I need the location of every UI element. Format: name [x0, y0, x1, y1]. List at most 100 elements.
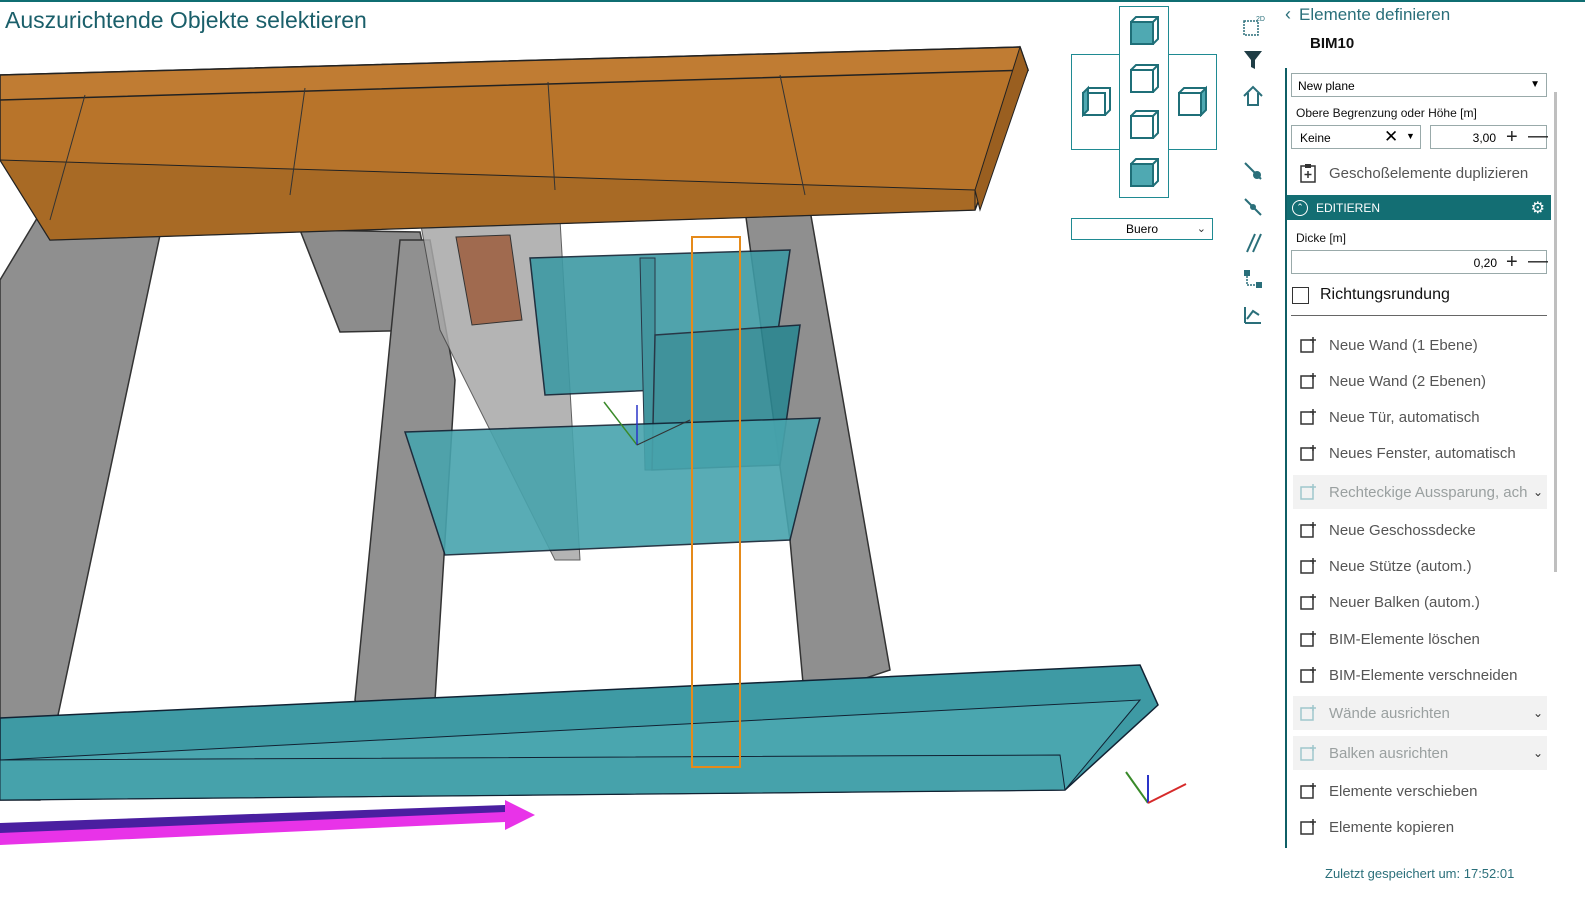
- thickness-value: 0,20: [1473, 256, 1497, 270]
- edit-section-header[interactable]: ⌃ EDITIEREN ⚙: [1287, 195, 1551, 220]
- panel-title: Elemente definieren: [1299, 4, 1451, 24]
- duplicate-floor-elements-button[interactable]: Geschoßelemente duplizieren: [1293, 156, 1547, 190]
- tool-item-label: Balken ausrichten: [1329, 744, 1449, 762]
- wall-icon: [1297, 334, 1319, 356]
- top-limit-label: Obere Begrenzung oder Höhe [m]: [1296, 106, 1477, 120]
- collapse-icon: ⌃: [1292, 199, 1308, 216]
- chevron-down-icon[interactable]: ⌄: [1533, 485, 1543, 499]
- chevron-down-icon: ▼: [1406, 131, 1415, 141]
- view-top-button[interactable]: [1120, 7, 1166, 53]
- tool-item-label: Neue Geschossdecke: [1329, 521, 1476, 539]
- column-left[interactable]: [0, 204, 161, 801]
- view-2d-icon[interactable]: 2D: [1240, 12, 1266, 38]
- align-walls-icon: [1297, 702, 1319, 724]
- snap-point-icon[interactable]: [1240, 158, 1266, 184]
- copy-icon: [1297, 816, 1319, 838]
- top-limit-mode-select[interactable]: Keine ✕ ▼: [1291, 125, 1421, 149]
- tool-item-label: Neue Tür, automatisch: [1329, 408, 1480, 426]
- section-title: EDITIEREN: [1316, 200, 1381, 215]
- home-icon[interactable]: [1240, 83, 1266, 109]
- plane-dropdown-value: New plane: [1298, 79, 1355, 93]
- tool-item-label: Elemente verschieben: [1329, 782, 1478, 800]
- clipboard-add-icon: [1297, 162, 1319, 184]
- tool-item[interactable]: Rechteckige Aussparung, ach ⌄: [1293, 475, 1547, 509]
- tool-item-label: Neue Wand (1 Ebene): [1329, 336, 1478, 354]
- chevron-down-icon[interactable]: ⌄: [1533, 706, 1543, 720]
- tool-item-label: Wände ausrichten: [1329, 704, 1450, 722]
- door-icon: [1297, 406, 1319, 428]
- thickness-minus-button[interactable]: —: [1528, 251, 1548, 271]
- cyan-beam-bottom[interactable]: [0, 664, 1159, 801]
- tool-item[interactable]: BIM-Elemente löschen: [1293, 622, 1547, 656]
- floor-selector[interactable]: Buero ⌄: [1071, 218, 1213, 240]
- trim-icon: [1297, 664, 1319, 686]
- tool-item-label: BIM-Elemente löschen: [1329, 630, 1480, 648]
- axis-triad: [1125, 771, 1187, 804]
- view-right-button[interactable]: [1168, 78, 1214, 124]
- panel-divider: [1285, 68, 1287, 848]
- tool-item[interactable]: Wände ausrichten ⌄: [1293, 696, 1547, 730]
- chevron-down-icon[interactable]: ⌄: [1533, 746, 1543, 760]
- view-front-button[interactable]: [1120, 55, 1166, 101]
- plane-dropdown[interactable]: New plane ▼: [1291, 73, 1547, 97]
- last-saved-status: Zuletzt gespeichert um: 17:52:01: [1325, 866, 1515, 881]
- tool-item-label: Neue Wand (2 Ebenen): [1329, 372, 1487, 390]
- hierarchy-icon[interactable]: [1240, 266, 1266, 292]
- filter-icon[interactable]: [1240, 47, 1266, 73]
- back-button[interactable]: ‹ Elemente definieren: [1285, 4, 1450, 25]
- tool-item[interactable]: Neue Wand (2 Ebenen): [1293, 364, 1547, 398]
- delete-icon: [1297, 628, 1319, 650]
- duplicate-label: Geschoßelemente duplizieren: [1329, 164, 1529, 182]
- cyan-wall-middle[interactable]: [403, 417, 821, 556]
- orange-beam[interactable]: [0, 45, 1030, 241]
- tool-item-label: BIM-Elemente verschneiden: [1329, 666, 1518, 684]
- beam-icon: [1297, 591, 1319, 613]
- top-limit-minus-button[interactable]: —: [1528, 126, 1548, 146]
- align-beams-icon: [1297, 742, 1319, 764]
- measure-icon[interactable]: [1240, 302, 1266, 328]
- panel-scrollbar[interactable]: [1554, 92, 1557, 572]
- view-back-button[interactable]: [1120, 101, 1166, 147]
- top-limit-value: 3,00: [1472, 131, 1496, 145]
- column-icon: [1297, 555, 1319, 577]
- tool-item[interactable]: Elemente verschieben: [1293, 774, 1547, 808]
- tool-item[interactable]: Balken ausrichten ⌄: [1293, 736, 1547, 770]
- tool-item[interactable]: Neue Geschossdecke: [1293, 513, 1547, 547]
- clear-icon[interactable]: ✕: [1384, 127, 1398, 147]
- parallel-icon[interactable]: [1240, 230, 1266, 256]
- view-left-button[interactable]: [1072, 78, 1118, 124]
- tool-item[interactable]: Neue Tür, automatisch: [1293, 400, 1547, 434]
- thickness-plus-button[interactable]: +: [1506, 252, 1518, 272]
- tool-item[interactable]: Neue Stütze (autom.): [1293, 549, 1547, 583]
- top-limit-mode-value: Keine: [1300, 131, 1331, 145]
- top-limit-plus-button[interactable]: +: [1506, 127, 1518, 147]
- chevron-down-icon: ▼: [1530, 79, 1540, 90]
- direction-rounding-label: Richtungsrundung: [1320, 286, 1450, 303]
- move-icon: [1297, 780, 1319, 802]
- snap-line-icon[interactable]: [1240, 194, 1266, 220]
- gear-icon[interactable]: ⚙: [1531, 198, 1545, 218]
- thickness-label: Dicke [m]: [1296, 231, 1347, 245]
- window-icon: [1297, 442, 1319, 464]
- 3d-viewport[interactable]: [0, 0, 1240, 860]
- svg-text:2D: 2D: [1256, 16, 1265, 23]
- view-bottom-button[interactable]: [1120, 149, 1166, 195]
- chevron-left-icon: ‹: [1285, 4, 1291, 24]
- opening-icon: [1297, 481, 1319, 503]
- x-axis-arrow: [0, 800, 535, 845]
- tool-item[interactable]: BIM-Elemente verschneiden: [1293, 658, 1547, 692]
- tool-item-label: Neue Stütze (autom.): [1329, 557, 1472, 575]
- floor-selector-value: Buero: [1125, 222, 1159, 236]
- tool-item[interactable]: Neue Wand (1 Ebene): [1293, 328, 1547, 362]
- tool-item-label: Elemente kopieren: [1329, 818, 1455, 836]
- divider: [1291, 315, 1547, 316]
- tool-item[interactable]: Neues Fenster, automatisch: [1293, 436, 1547, 470]
- bim-element-id: BIM10: [1310, 35, 1355, 52]
- chevron-down-icon: ⌄: [1196, 223, 1206, 235]
- tool-item-label: Neuer Balken (autom.): [1329, 593, 1480, 611]
- direction-rounding-checkbox[interactable]: [1292, 287, 1309, 304]
- tool-item[interactable]: Neuer Balken (autom.): [1293, 585, 1547, 619]
- command-prompt: Auszurichtende Objekte selektieren: [5, 7, 367, 33]
- tool-item[interactable]: Elemente kopieren: [1293, 810, 1547, 844]
- tool-item-label: Rechteckige Aussparung, ach: [1329, 483, 1528, 501]
